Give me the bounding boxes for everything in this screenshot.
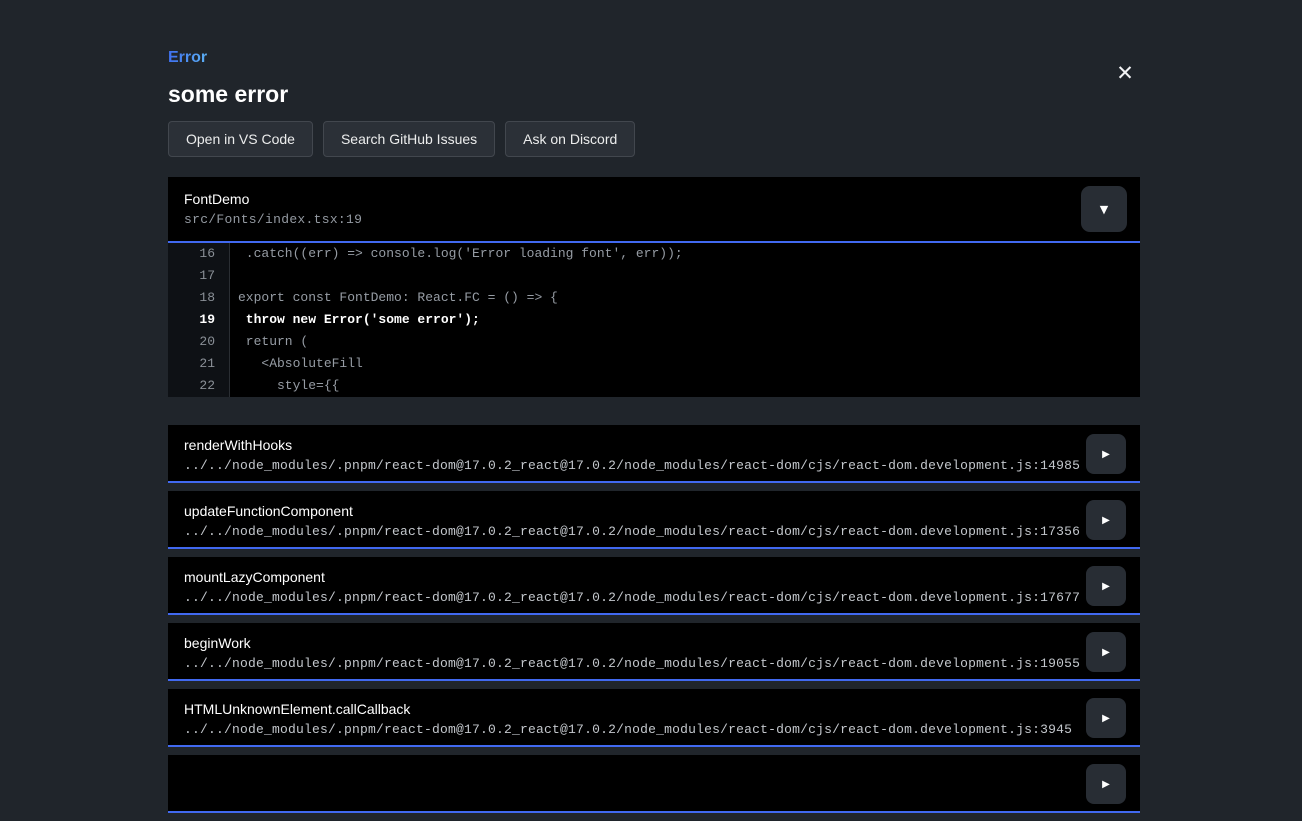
stack-frame-function: mountLazyComponent xyxy=(184,568,1070,586)
line-text xyxy=(230,265,238,287)
source-code-frame: FontDemo src/Fonts/index.tsx:19 ▼ 16 .ca… xyxy=(168,177,1140,397)
play-icon: ▶ xyxy=(1102,647,1110,658)
stack-trace-list: renderWithHooks ../../node_modules/.pnpm… xyxy=(168,425,1140,813)
expand-frame-button[interactable]: ▶ xyxy=(1086,764,1126,804)
line-number: 19 xyxy=(168,309,230,331)
stack-frame-function: updateFunctionComponent xyxy=(184,502,1070,520)
code-line-highlighted: 19 throw new Error('some error'); xyxy=(168,309,1140,331)
chevron-down-icon: ▼ xyxy=(1100,203,1108,216)
line-text: style={{ xyxy=(230,375,339,397)
stack-frame-callCallback: HTMLUnknownElement.callCallback ../../no… xyxy=(168,689,1140,747)
line-text: return ( xyxy=(230,331,308,353)
line-number: 17 xyxy=(168,265,230,287)
error-type-label: Error xyxy=(168,48,207,67)
play-icon: ▶ xyxy=(1102,581,1110,592)
frame-file-location: src/Fonts/index.tsx:19 xyxy=(184,212,1124,228)
expand-frame-button[interactable]: ▶ xyxy=(1086,434,1126,474)
code-line: 21 <AbsoluteFill xyxy=(168,353,1140,375)
open-in-vscode-button[interactable]: Open in VS Code xyxy=(168,121,313,157)
stack-frame-location: ../../node_modules/.pnpm/react-dom@17.0.… xyxy=(184,590,1070,606)
stack-frame-mountLazyComponent: mountLazyComponent ../../node_modules/.p… xyxy=(168,557,1140,615)
error-overlay: ✕ Error some error Open in VS Code Searc… xyxy=(0,0,1302,776)
stack-frame-location: ../../node_modules/.pnpm/react-dom@17.0.… xyxy=(184,458,1070,474)
stack-frame-location: ../../node_modules/.pnpm/react-dom@17.0.… xyxy=(184,656,1070,672)
stack-frame-function: beginWork xyxy=(184,634,1070,652)
expand-frame-button[interactable]: ▶ xyxy=(1086,698,1126,738)
play-icon: ▶ xyxy=(1102,713,1110,724)
collapse-code-button[interactable]: ▼ xyxy=(1081,186,1127,232)
stack-frame-location: ../../node_modules/.pnpm/react-dom@17.0.… xyxy=(184,722,1070,738)
error-content: Error some error Open in VS Code Search … xyxy=(168,0,1140,821)
play-icon: ▶ xyxy=(1102,515,1110,526)
code-line: 22 style={{ xyxy=(168,375,1140,397)
expand-frame-button[interactable]: ▶ xyxy=(1086,566,1126,606)
frame-function-name: FontDemo xyxy=(184,190,1124,208)
line-text: .catch((err) => console.log('Error loadi… xyxy=(230,243,683,265)
code-frame-header: FontDemo src/Fonts/index.tsx:19 ▼ xyxy=(168,177,1140,243)
stack-frame-beginWork: beginWork ../../node_modules/.pnpm/react… xyxy=(168,623,1140,681)
error-message-title: some error xyxy=(168,81,1140,108)
stack-frame-updateFunctionComponent: updateFunctionComponent ../../node_modul… xyxy=(168,491,1140,549)
stack-frame-function: renderWithHooks xyxy=(184,436,1070,454)
line-text: export const FontDemo: React.FC = () => … xyxy=(230,287,558,309)
stack-frame-location: ../../node_modules/.pnpm/react-dom@17.0.… xyxy=(184,524,1070,540)
line-number: 21 xyxy=(168,353,230,375)
code-line: 16 .catch((err) => console.log('Error lo… xyxy=(168,243,1140,265)
code-line: 20 return ( xyxy=(168,331,1140,353)
line-text: <AbsoluteFill xyxy=(230,353,363,375)
stack-frame-function: HTMLUnknownElement.callCallback xyxy=(184,700,1070,718)
code-line: 17 xyxy=(168,265,1140,287)
expand-frame-button[interactable]: ▶ xyxy=(1086,500,1126,540)
play-icon: ▶ xyxy=(1102,449,1110,460)
expand-frame-button[interactable]: ▶ xyxy=(1086,632,1126,672)
code-line: 18 export const FontDemo: React.FC = () … xyxy=(168,287,1140,309)
stack-frame-renderWithHooks: renderWithHooks ../../node_modules/.pnpm… xyxy=(168,425,1140,483)
ask-on-discord-button[interactable]: Ask on Discord xyxy=(505,121,635,157)
stack-frame-partial: ▶ xyxy=(168,755,1140,813)
action-bar: Open in VS Code Search GitHub Issues Ask… xyxy=(168,121,1140,157)
line-number: 18 xyxy=(168,287,230,309)
search-github-issues-button[interactable]: Search GitHub Issues xyxy=(323,121,495,157)
line-number: 20 xyxy=(168,331,230,353)
line-text: throw new Error('some error'); xyxy=(230,309,480,331)
line-number: 22 xyxy=(168,375,230,397)
line-number: 16 xyxy=(168,243,230,265)
play-icon: ▶ xyxy=(1102,779,1110,790)
code-snippet: 16 .catch((err) => console.log('Error lo… xyxy=(168,243,1140,397)
